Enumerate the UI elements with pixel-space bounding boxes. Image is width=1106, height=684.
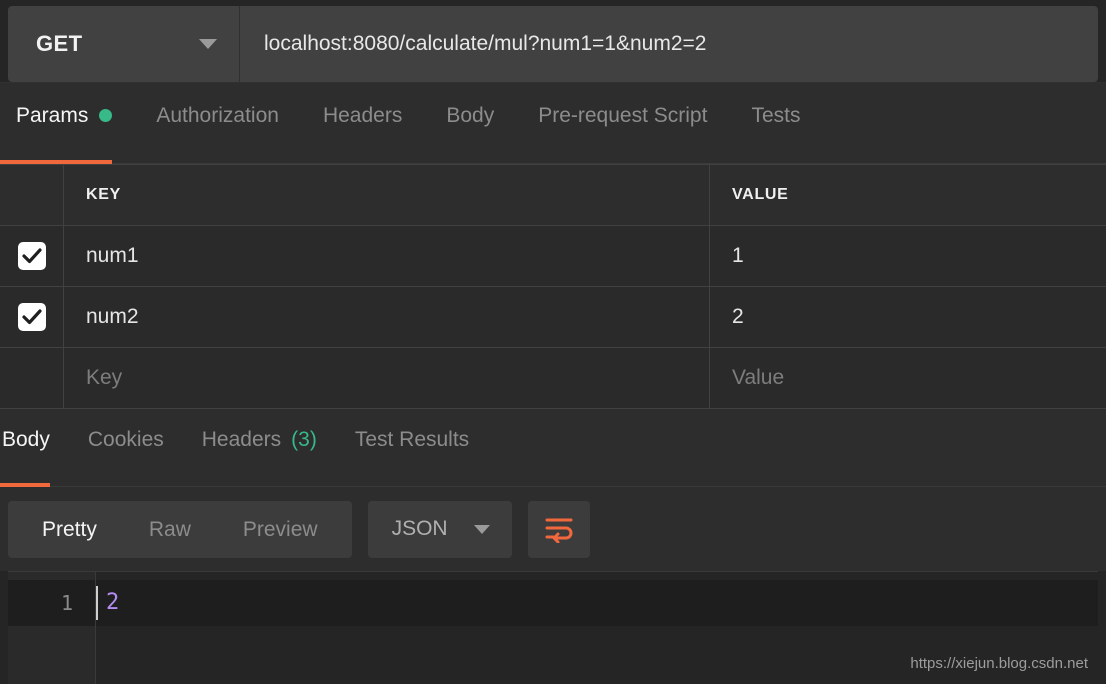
header-value-cell: VALUE bbox=[710, 165, 1106, 225]
params-table: KEY VALUE num1 1 num2 2 Key Value bbox=[0, 164, 1106, 409]
header-key-cell: KEY bbox=[64, 165, 710, 225]
response-language-select[interactable]: JSON bbox=[367, 500, 512, 558]
new-row-value-input[interactable]: Value bbox=[710, 348, 1106, 408]
row-enabled-checkbox-cell bbox=[0, 226, 64, 286]
tab-body[interactable]: Body bbox=[446, 83, 494, 164]
code-line-text: 2 bbox=[106, 590, 120, 615]
watermark: https://xiejun.blog.csdn.net bbox=[910, 655, 1088, 672]
tab-headers[interactable]: Headers bbox=[323, 83, 402, 164]
row-value-value: 2 bbox=[732, 305, 744, 328]
response-language-label: JSON bbox=[391, 517, 448, 540]
tab-params-label: Params bbox=[16, 103, 89, 127]
row-enabled-checkbox[interactable] bbox=[17, 242, 46, 270]
row-key-input[interactable]: num1 bbox=[64, 226, 710, 286]
request-url-value: localhost:8080/calculate/mul?num1=1&num2… bbox=[264, 32, 707, 55]
editor-gutter: 1 bbox=[8, 572, 96, 684]
response-tab-body[interactable]: Body bbox=[0, 409, 50, 487]
active-tab-indicator bbox=[0, 160, 113, 164]
row-key-value: num2 bbox=[86, 305, 139, 328]
tab-tests-label: Tests bbox=[751, 103, 801, 127]
response-body-editor[interactable]: 1 2 https://xiejun.blog.csdn.net bbox=[8, 571, 1098, 684]
response-format-toolbar: Pretty Raw Preview JSON bbox=[0, 487, 1106, 571]
header-checkbox-cell bbox=[0, 165, 64, 225]
http-method-select[interactable]: GET bbox=[8, 6, 240, 82]
tab-headers-label: Headers bbox=[322, 103, 403, 127]
response-tab-headers-label: Headers bbox=[201, 428, 282, 451]
response-tab-test-results-label: Test Results bbox=[354, 428, 470, 451]
row-value-input[interactable]: 2 bbox=[710, 287, 1106, 347]
response-tab-body-label: Body bbox=[2, 428, 50, 451]
view-mode-raw[interactable]: Raw bbox=[123, 501, 217, 558]
tab-tests[interactable]: Tests bbox=[751, 83, 800, 164]
table-row: num1 1 bbox=[0, 226, 1106, 287]
request-url-bar: GET localhost:8080/calculate/mul?num1=1&… bbox=[0, 0, 1106, 82]
row-value-input[interactable]: 1 bbox=[710, 226, 1106, 286]
tab-params[interactable]: Params bbox=[0, 83, 113, 164]
tab-authorization-label: Authorization bbox=[156, 103, 279, 127]
row-key-input[interactable]: num2 bbox=[64, 287, 710, 347]
check-icon bbox=[21, 309, 42, 325]
header-value-label: VALUE bbox=[732, 186, 789, 203]
view-mode-group: Pretty Raw Preview bbox=[8, 500, 352, 558]
line-number: 1 bbox=[8, 580, 95, 626]
active-response-tab-indicator bbox=[0, 483, 50, 487]
word-wrap-icon bbox=[545, 518, 573, 543]
response-headers-count: (3) bbox=[291, 428, 317, 451]
response-tab-cookies[interactable]: Cookies bbox=[88, 409, 164, 487]
chevron-down-icon bbox=[473, 524, 490, 534]
table-row-new: Key Value bbox=[0, 348, 1106, 409]
view-mode-preview[interactable]: Preview bbox=[217, 501, 344, 558]
tab-pre-request-script-label: Pre-request Script bbox=[538, 103, 708, 127]
new-row-key-input[interactable]: Key bbox=[64, 348, 710, 408]
response-tab-bar: Body Cookies Headers (3) Test Results bbox=[0, 409, 1106, 487]
tab-authorization[interactable]: Authorization bbox=[156, 83, 279, 164]
postman-request-response-panel: GET localhost:8080/calculate/mul?num1=1&… bbox=[0, 0, 1106, 684]
tab-body-label: Body bbox=[446, 103, 495, 127]
response-tab-test-results[interactable]: Test Results bbox=[355, 409, 469, 487]
request-url-input[interactable]: localhost:8080/calculate/mul?num1=1&num2… bbox=[240, 6, 1098, 82]
params-active-dot-icon bbox=[99, 109, 113, 122]
code-line: 2 bbox=[96, 580, 1098, 626]
row-enabled-checkbox-cell bbox=[0, 287, 64, 347]
row-enabled-checkbox[interactable] bbox=[17, 303, 46, 331]
params-table-header-row: KEY VALUE bbox=[0, 165, 1106, 226]
new-row-value-placeholder: Value bbox=[732, 366, 785, 389]
http-method-label: GET bbox=[36, 31, 83, 56]
row-key-value: num1 bbox=[86, 244, 139, 267]
new-row-key-placeholder: Key bbox=[86, 366, 123, 389]
table-row: num2 2 bbox=[0, 287, 1106, 348]
view-mode-pretty[interactable]: Pretty bbox=[16, 501, 123, 558]
text-cursor bbox=[96, 586, 98, 620]
request-tab-bar: Params Authorization Headers Body Pre-re… bbox=[0, 82, 1106, 164]
header-key-label: KEY bbox=[86, 186, 121, 203]
word-wrap-button[interactable] bbox=[527, 500, 590, 558]
chevron-down-icon bbox=[199, 39, 217, 49]
row-value-value: 1 bbox=[732, 244, 744, 267]
response-tab-headers[interactable]: Headers (3) bbox=[202, 409, 317, 487]
new-row-checkbox-cell bbox=[0, 348, 64, 408]
response-tab-cookies-label: Cookies bbox=[87, 428, 164, 451]
tab-pre-request-script[interactable]: Pre-request Script bbox=[538, 83, 707, 164]
check-icon bbox=[21, 248, 42, 264]
